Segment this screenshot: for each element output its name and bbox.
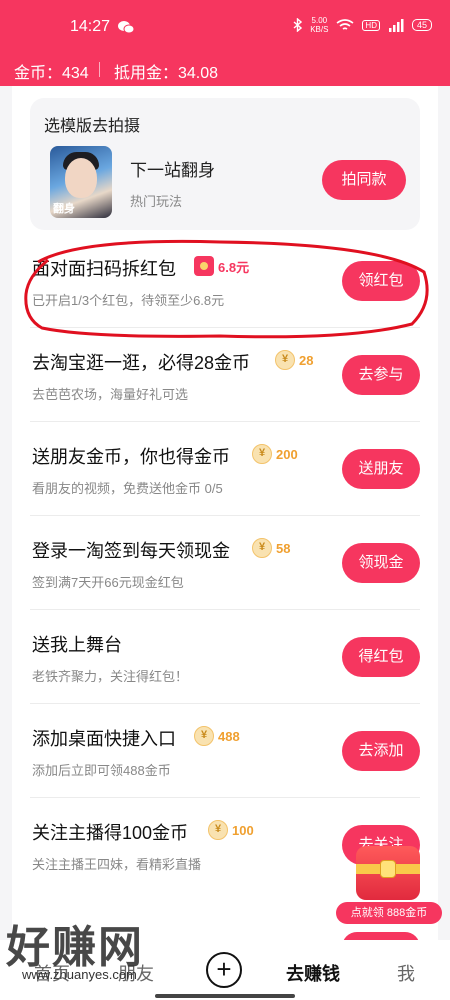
template-card: 选模版去拍摄 翻身 下一站翻身 热门玩法 拍同款 [30,98,420,230]
coin-icon: ¥ [194,726,214,746]
task-desc: 老铁齐聚力，关注得红包！ [32,669,189,684]
wifi-icon [336,18,354,30]
wechat-icon [118,21,134,34]
task-title: 送朋友金币，你也得金币 [32,447,230,467]
battery-icon: 45 [411,19,432,31]
task-desc: 去芭芭农场，海量好礼可选 [32,387,189,402]
claim-cash-button[interactable]: 领现金 [342,543,420,583]
treasure-chest-icon [356,846,420,900]
coin-icon: ¥ [275,350,295,370]
template-thumbnail[interactable]: 翻身 [50,146,112,218]
task-reward: ¥ 28 [275,350,313,370]
task-reward: ¥ 100 [208,820,254,840]
shoot-same-button[interactable]: 拍同款 [322,160,406,200]
join-button[interactable]: 去参与 [342,355,420,395]
task-reward: ¥ 200 [252,444,298,464]
status-time: 14:27 [70,18,111,35]
task-row: 登录一淘签到每天领现金 ¥ 58 签到满7天开66元现金红包 领现金 [12,516,438,610]
task-title: 登录一淘签到每天领现金 [32,541,230,561]
network-speed: 5.00 KB/S [310,16,329,34]
get-red-packet-button[interactable]: 得红包 [342,637,420,677]
bottom-tab-bar: 首页 朋友 + 去赚钱 我 [0,940,450,1000]
task-desc: 签到满7天开66元现金红包 [32,575,184,590]
status-bar: 14:27 5.00 KB/S HD 45 [0,0,450,52]
tab-friends[interactable]: 朋友 [118,960,154,986]
task-reward: ¥ 488 [194,726,240,746]
task-title: 关注主播得100金币 [32,823,189,843]
task-title: 添加桌面快捷入口 [32,729,176,749]
template-section-title: 选模版去拍摄 [44,118,141,135]
coin-icon: ¥ [252,444,272,464]
tab-home[interactable]: 首页 [34,960,70,986]
add-shortcut-button[interactable]: 去添加 [342,731,420,771]
coin-balance: 金币：434 [14,65,89,82]
add-icon[interactable]: + [206,952,242,988]
coin-icon: ¥ [208,820,228,840]
thumbnail-caption: 翻身 [53,203,75,215]
template-subtitle: 热门玩法 [130,194,183,209]
tab-earn[interactable]: 去赚钱 [286,960,340,986]
task-desc: 关注主播王四妹，看精彩直播 [32,857,202,872]
task-title: 去淘宝逛一逛，必得28金币 [32,353,251,373]
task-row: 送我上舞台 老铁齐聚力，关注得红包！ 得红包 [12,610,438,704]
coin-header: 金币：434 抵用金：34.08 [0,52,450,86]
signal-icon [388,18,404,32]
task-row: 添加桌面快捷入口 ¥ 488 添加后立即可领488金币 去添加 [12,704,438,798]
task-title: 送我上舞台 [32,635,122,655]
home-indicator[interactable] [155,994,295,998]
promo-float[interactable]: 点就领 888金币 [336,846,442,926]
deduction-balance: 抵用金：34.08 [114,65,219,82]
header-divider [99,62,100,77]
coin-icon: ¥ [252,538,272,558]
promo-label: 点就领 888金币 [336,902,442,924]
task-reward: ¥ 58 [252,538,290,558]
task-desc: 添加后立即可领488金币 [32,763,171,778]
highlight-annotation [24,239,429,339]
hd-badge: HD [362,19,380,31]
template-name: 下一站翻身 [130,161,215,180]
tab-me[interactable]: 我 [397,960,415,986]
bluetooth-icon [293,18,303,32]
send-friend-button[interactable]: 送朋友 [342,449,420,489]
task-row: 送朋友金币，你也得金币 ¥ 200 看朋友的视频，免费送他金币 0/5 送朋友 [12,422,438,516]
task-desc: 看朋友的视频，免费送他金币 0/5 [32,481,223,496]
